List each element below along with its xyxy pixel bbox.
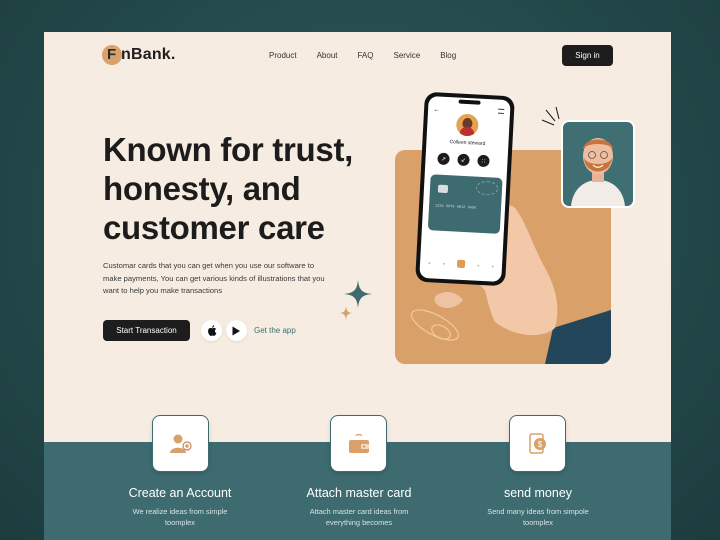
app-store-button[interactable]	[201, 320, 222, 341]
nav-item-service[interactable]: Service	[394, 51, 421, 60]
feature-description: We realize ideas from simple toomplex	[132, 507, 228, 527]
send-action-icon[interactable]: ↗	[437, 152, 450, 166]
feature-description: Attach master card ideas from everything…	[309, 507, 409, 527]
main-nav: Product About FAQ Service Blog	[269, 51, 476, 60]
hero-title-line: customer care	[103, 209, 325, 246]
hero-title-line: honesty, and	[103, 170, 301, 207]
user-add-icon	[169, 434, 192, 453]
nav-item-faq[interactable]: FAQ	[357, 51, 373, 60]
brand-logo[interactable]: F nBank.	[102, 45, 176, 65]
start-transaction-button[interactable]: Start Transaction	[103, 320, 190, 341]
bottom-nav: ● ● ● ●	[427, 259, 495, 269]
grid-action-icon[interactable]: ∷	[477, 154, 490, 168]
google-play-button[interactable]	[226, 320, 247, 341]
back-arrow-icon[interactable]: ←	[433, 106, 440, 113]
nav-item-blog[interactable]: Blog	[440, 51, 456, 60]
menu-icon[interactable]	[497, 108, 505, 114]
nav-item-product[interactable]: Product	[269, 51, 297, 60]
profile-avatar	[455, 113, 479, 137]
bank-card[interactable]: 1234 5678 9012 3456	[427, 174, 503, 234]
send-money-icon: $	[528, 432, 546, 454]
logo-mark: F	[102, 45, 122, 65]
logo-letter: F	[107, 46, 117, 63]
sparkle-icon	[340, 280, 372, 320]
hero-title: Known for trust, honesty, and customer c…	[103, 130, 373, 247]
action-buttons: ↗ ↙ ∷	[437, 152, 490, 168]
hero-title-line: Known for trust,	[103, 131, 353, 168]
wallet-card-icon	[348, 433, 369, 453]
card-number: 1234 5678 9012 3456	[434, 204, 477, 211]
feature-description: Send many ideas from simpole toomplex	[487, 507, 589, 527]
feature-title: Create an Account	[128, 486, 232, 500]
attach-card-icon-tile[interactable]	[330, 415, 387, 472]
hero-description: Customar cards that you can get when you…	[103, 261, 325, 296]
card-chip-icon	[437, 184, 449, 194]
home-tab-icon[interactable]	[456, 259, 466, 269]
svg-text:$: $	[537, 440, 542, 449]
logo-text: nBank.	[121, 46, 176, 63]
apple-icon	[207, 325, 216, 336]
send-money-icon-tile[interactable]: $	[509, 415, 566, 472]
sign-in-button[interactable]: Sign in	[562, 45, 613, 66]
profile-name: Colleen steward	[449, 139, 486, 147]
feature-title: Attach master card	[306, 486, 412, 500]
bearded-man-portrait	[571, 138, 625, 206]
get-the-app-link[interactable]: Get the app	[254, 326, 296, 335]
google-play-icon	[232, 326, 240, 335]
request-action-icon[interactable]: ↙	[457, 153, 470, 167]
create-account-icon-tile[interactable]	[152, 415, 209, 472]
landing-page: F nBank. Product About FAQ Service Blog …	[44, 32, 671, 540]
feature-title: send money	[503, 486, 573, 500]
phone-mockup: ← Colleen steward ↗ ↙ ∷ 1234 5678 9012 3…	[415, 91, 515, 287]
customer-avatar-card	[561, 120, 635, 208]
nav-item-about[interactable]: About	[317, 51, 338, 60]
